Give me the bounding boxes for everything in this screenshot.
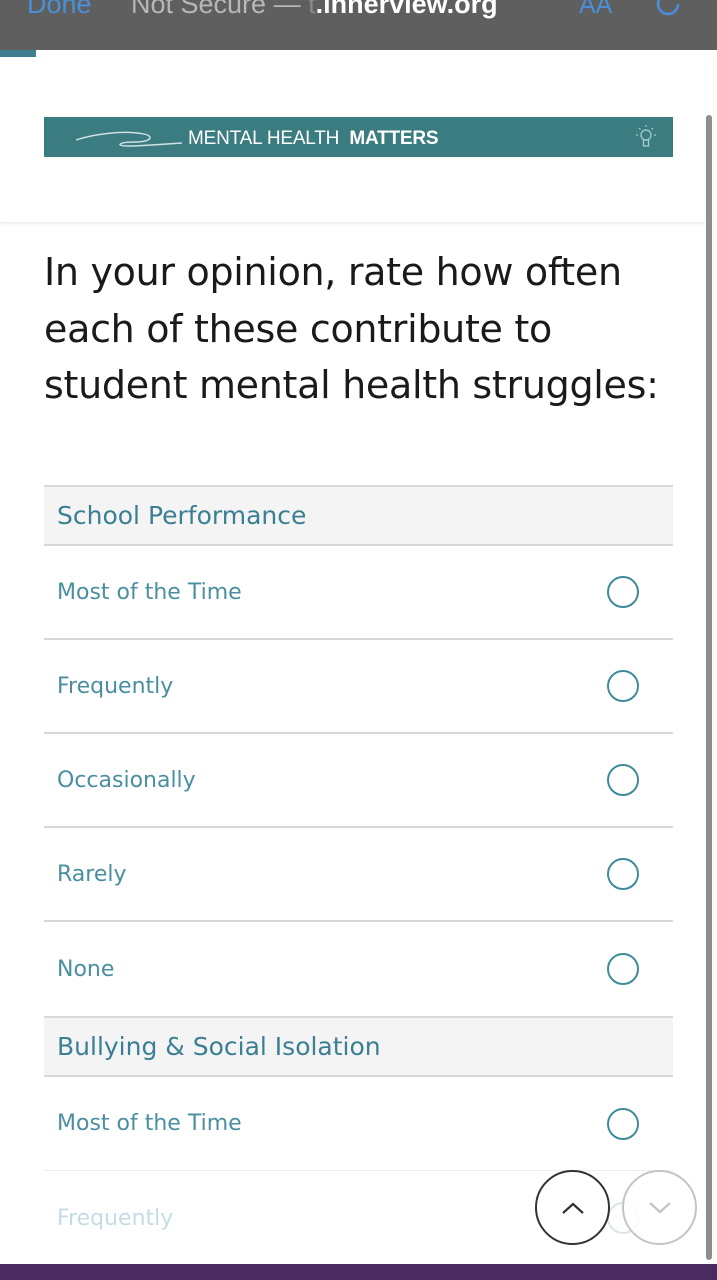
mental-health-banner: MENTAL HEALTH MATTERS [44,117,673,157]
radio-button[interactable] [607,764,639,796]
chevron-up-icon [561,1202,584,1214]
browser-toolbar: Done Not Secure — t.innerview.org AA [0,0,717,50]
done-button[interactable]: Done [27,0,92,20]
section-header-school-performance: School Performance [44,485,673,546]
option-label: None [57,956,115,982]
option-label: Most of the Time [57,579,242,605]
radio-button[interactable] [607,953,639,985]
domain-prefix: t [308,0,316,19]
scroll-up-button[interactable] [535,1170,610,1245]
option-row[interactable]: None [44,922,673,1016]
reload-icon[interactable] [652,0,684,20]
lightbulb-icon [636,125,656,147]
option-row[interactable]: Most of the Time [44,1077,673,1171]
radio-button[interactable] [607,858,639,890]
option-label: Occasionally [57,767,196,793]
swoosh-logo-icon [75,131,183,147]
text-size-button[interactable]: AA [579,0,612,20]
option-row[interactable]: Most of the Time [44,546,673,640]
banner-title-regular: MENTAL HEALTH [188,128,340,149]
chevron-down-icon [648,1201,671,1213]
banner-title: MENTAL HEALTH MATTERS [188,128,439,150]
page-scrollbar[interactable] [706,115,712,1260]
question-text: In your opinion, rate how often each of … [44,250,659,407]
banner-title-bold: MATTERS [349,128,439,149]
rating-matrix: School Performance Most of the Time Freq… [44,485,673,1265]
scroll-down-button[interactable] [622,1170,697,1245]
domain-label: .innerview.org [315,0,498,19]
option-label: Frequently [57,673,174,699]
option-label: Frequently [57,1205,174,1231]
option-label: Most of the Time [57,1111,242,1136]
option-row[interactable]: Occasionally [44,734,673,828]
option-label: Rarely [57,861,127,887]
footer-strip [0,1264,717,1280]
page-load-progress [0,50,36,57]
option-row[interactable]: Frequently [44,640,673,734]
section-header-bullying: Bullying & Social Isolation [44,1016,673,1077]
not-secure-label: Not Secure — [131,0,301,19]
survey-header: MENTAL HEALTH MATTERS [0,57,705,223]
radio-button[interactable] [607,576,639,608]
radio-button[interactable] [607,1107,639,1140]
radio-button[interactable] [607,670,639,702]
option-row[interactable]: Rarely [44,828,673,922]
address-bar[interactable]: Not Secure — t.innerview.org [131,0,498,20]
